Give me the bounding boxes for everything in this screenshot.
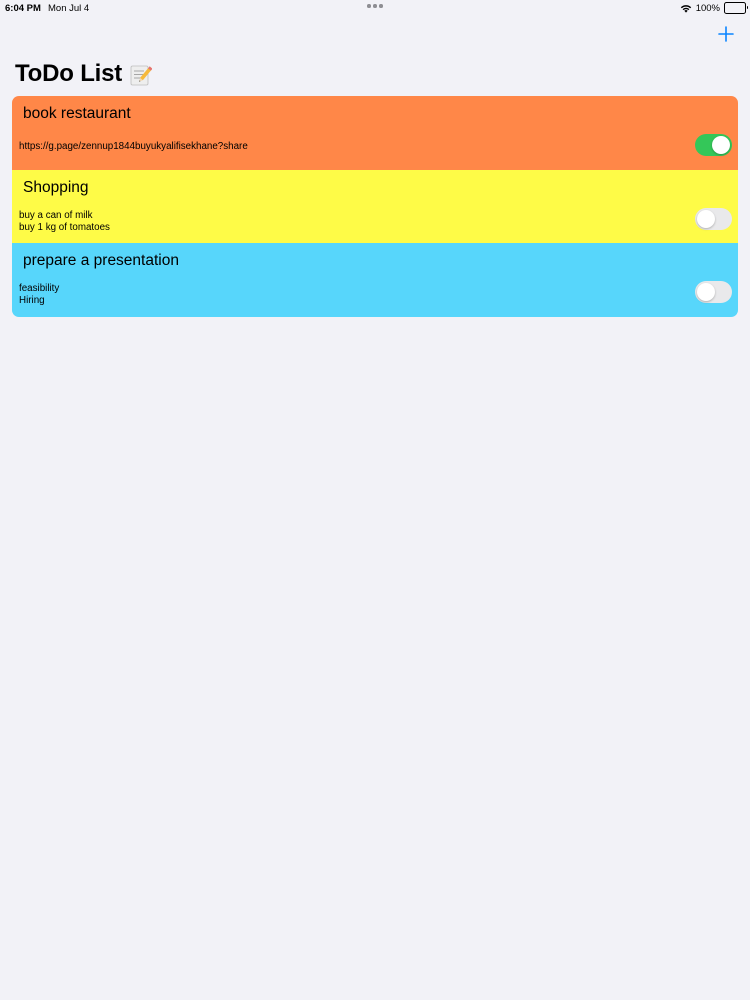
status-bar: 6:04 PM Mon Jul 4 100%	[0, 0, 750, 16]
battery-percentage: 100%	[695, 2, 720, 14]
todo-description-line: buy 1 kg of tomatoes	[19, 221, 110, 233]
todo-row[interactable]: prepare a presentation feasibility Hirin…	[12, 243, 738, 317]
toggle-knob	[712, 136, 730, 154]
todo-done-toggle[interactable]	[695, 281, 732, 303]
toggle-knob	[697, 209, 715, 228]
todo-description-line: Hiring	[19, 295, 45, 306]
status-right: 100%	[680, 2, 748, 14]
todo-row[interactable]: Shopping buy a can of milk buy 1 kg of t…	[12, 169, 738, 243]
todo-done-toggle[interactable]	[695, 134, 732, 156]
multitasking-dots-icon[interactable]	[367, 4, 383, 8]
page-title-text: ToDo List	[15, 60, 123, 87]
status-date: Mon Jul 4	[48, 3, 90, 14]
todo-description-line: https://g.page/zennup1844buyukyalifisekh…	[19, 141, 248, 152]
todo-list: book restaurant https://g.page/zennup184…	[12, 96, 738, 317]
memo-icon	[130, 64, 153, 86]
toggle-knob	[697, 283, 715, 301]
todo-description-line: feasibility	[19, 283, 60, 294]
status-time: 6:04 PM	[5, 3, 41, 14]
todo-description: https://g.page/zennup1844buyukyalifisekh…	[19, 141, 248, 153]
todo-done-toggle[interactable]	[695, 207, 732, 230]
todo-row[interactable]: book restaurant https://g.page/zennup184…	[12, 96, 738, 170]
add-todo-button[interactable]	[716, 24, 736, 44]
plus-icon	[718, 26, 734, 42]
battery-icon	[724, 2, 748, 14]
todo-title: book restaurant	[23, 105, 131, 122]
todo-description: feasibility Hiring	[19, 283, 59, 307]
todo-title: prepare a presentation	[23, 252, 179, 269]
wifi-icon	[680, 4, 692, 13]
todo-title: Shopping	[23, 178, 89, 196]
todo-description-line: buy a can of milk	[19, 209, 93, 221]
page-title: ToDo List	[15, 60, 153, 88]
todo-description: buy a can of milk buy 1 kg of tomatoes	[19, 210, 110, 234]
